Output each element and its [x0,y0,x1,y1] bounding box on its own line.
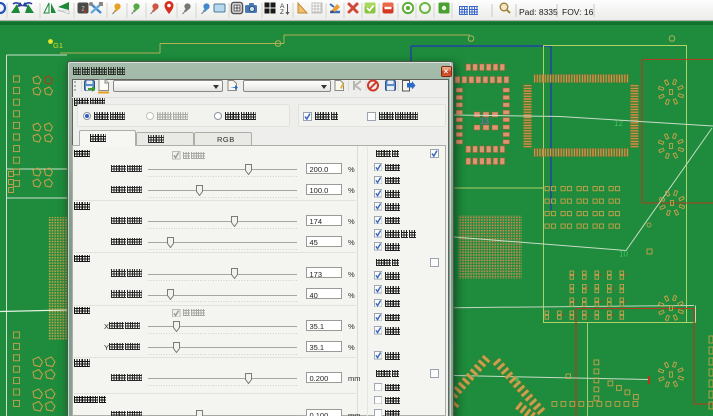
svg-text:13: 13 [480,117,489,126]
svg-text:10: 10 [619,250,628,259]
svg-text:Z: Z [280,9,284,16]
svg-text:G1: G1 [53,41,63,50]
